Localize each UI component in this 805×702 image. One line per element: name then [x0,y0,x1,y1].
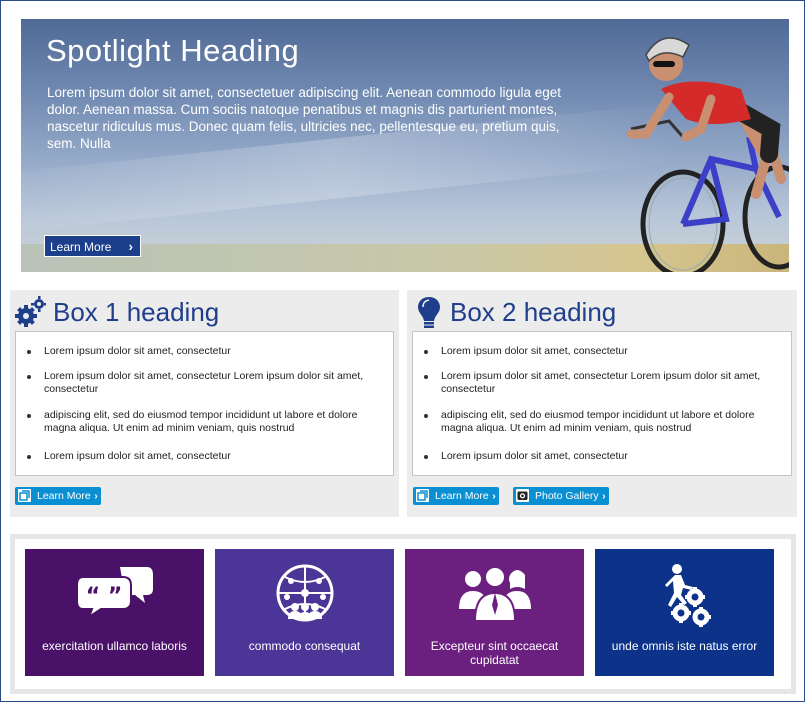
feature-tile-label: exercitation ullamco laboris [42,639,187,653]
list-item: Lorem ipsum dolor sit amet, consectetur … [424,370,776,396]
team-people-icon [458,566,531,621]
feature-tile[interactable]: unde omnis iste natus error [595,549,774,676]
speech-bubbles-icon: “ ” [75,567,153,617]
list-item: Lorem ipsum dolor sit amet, consectetur [27,345,379,358]
page-frame: Spotlight Heading Lorem ipsum dolor sit … [0,0,805,702]
window-icon [18,489,31,502]
photo-gallery-button[interactable]: Photo Gallery › [513,487,609,505]
chevron-right-icon: › [128,239,133,254]
box-2-content: Lorem ipsum dolor sit amet, consectetur … [412,331,792,476]
chevron-right-icon: › [94,490,98,502]
list-item: adipiscing elit, sed do eiusmod tempor i… [424,409,776,435]
spotlight-title: Spotlight Heading [46,33,300,68]
spotlight-learn-more-button[interactable]: Learn More › [44,235,141,257]
list-item: Lorem ipsum dolor sit amet, consectetur [424,345,776,358]
feature-tile[interactable]: “ ” exercitation ullamco laboris [25,549,204,676]
list-item: Lorem ipsum dolor sit amet, consectetur [27,450,379,463]
feature-tiles-row: “ ” exercitation ullamco laboris commodo… [15,539,791,689]
cyclist-image [626,37,789,272]
feature-tile-label: Excepteur sint occaecat cupidatat [430,639,559,667]
feature-tile-label: commodo consequat [248,639,361,653]
box-1-learn-more-button[interactable]: Learn More › [15,487,101,505]
learn-more-label: Learn More [37,490,91,502]
gears-icon [15,296,46,327]
list-item: Lorem ipsum dolor sit amet, consectetur [424,450,776,463]
photo-gallery-label: Photo Gallery [535,490,599,502]
list-item: adipiscing elit, sed do eiusmod tempor i… [27,409,379,435]
learn-more-label: Learn More [50,240,112,254]
chevron-right-icon: › [602,490,606,502]
list-item: Lorem ipsum dolor sit amet, consectetur … [27,370,379,396]
box-2-learn-more-button[interactable]: Learn More › [413,487,499,505]
svg-text:“ ”: “ ” [85,584,122,609]
feature-tile-label: unde omnis iste natus error [611,639,758,653]
box-1-content: Lorem ipsum dolor sit amet, consectetur … [15,331,394,476]
box-2-title: Box 2 heading [450,297,617,327]
chevron-right-icon: › [492,490,496,502]
feature-tile[interactable]: commodo consequat [215,549,394,676]
box-1: Box 1 heading Lorem ipsum dolor sit amet… [10,290,399,517]
camera-icon [516,489,529,502]
lightbulb-icon [418,297,440,328]
learn-more-label: Learn More [435,490,489,502]
feature-tile[interactable]: Excepteur sint occaecat cupidatat [405,549,584,676]
feature-tiles-section: “ ” exercitation ullamco laboris commodo… [10,534,796,694]
box-2: Box 2 heading Lorem ipsum dolor sit amet… [407,290,797,517]
window-icon [416,489,429,502]
global-network-people-icon [276,564,333,622]
box-1-title: Box 1 heading [53,297,220,327]
runner-gears-icon [664,564,711,627]
spotlight-banner: Spotlight Heading Lorem ipsum dolor sit … [21,19,789,272]
spotlight-body: Lorem ipsum dolor sit amet, consectetuer… [47,85,562,151]
